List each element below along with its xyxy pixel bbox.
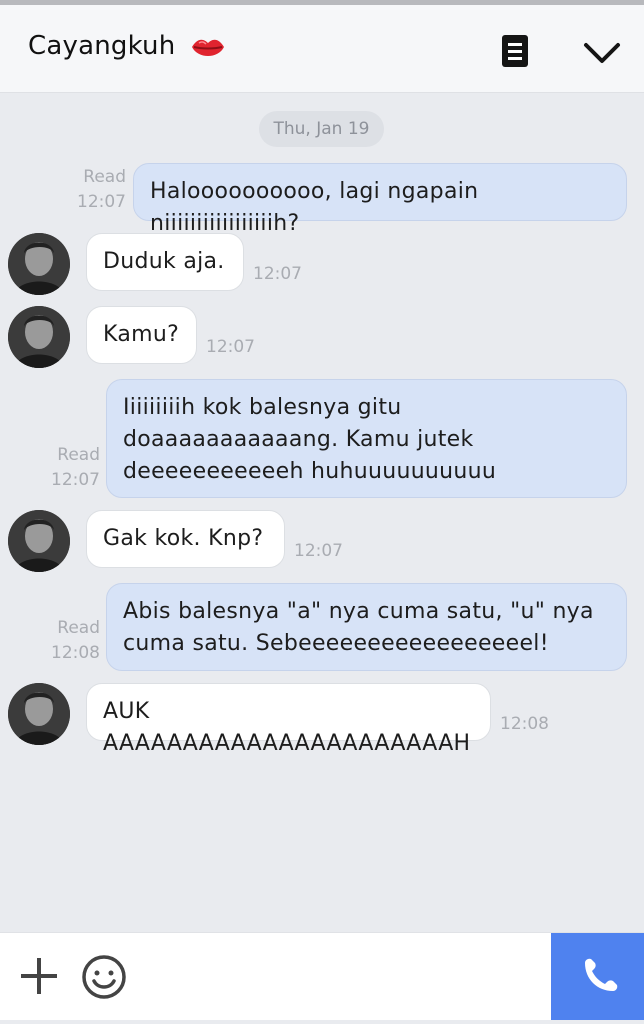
message-bubble-outgoing[interactable]: Abis balesnya "a" nya cuma satu, "u" nya…: [106, 583, 627, 671]
read-receipt: Read 12:07: [77, 167, 126, 212]
avatar-photo: [8, 306, 70, 368]
message-text: Duduk aja.: [103, 249, 225, 274]
message-bubble-outgoing[interactable]: Iiiiiiiiih kok balesnya gitu doaaaaaaaaa…: [106, 379, 627, 498]
menu-list-icon[interactable]: [500, 33, 530, 69]
message-text-line: Abis balesnya "a" nya cuma satu, "u" nya: [123, 599, 594, 624]
message-time: 12:08: [500, 714, 549, 734]
message-bubble-incoming[interactable]: Gak kok. Knp?: [86, 510, 285, 568]
message-time: 12:07: [294, 541, 343, 561]
message-bubble-outgoing[interactable]: Haloooooooooo, lagi ngapain niiiiiiiiiii…: [133, 163, 627, 236]
message-time: 12:07: [253, 264, 302, 284]
message-text: Haloooooooooo, lagi ngapain niiiiiiiiiii…: [150, 179, 479, 236]
chevron-down-icon[interactable]: [582, 39, 622, 67]
message-text-line: Iiiiiiiiih kok balesnya gitu: [123, 395, 402, 420]
message-text: Kamu?: [103, 322, 180, 347]
avatar[interactable]: [8, 306, 70, 368]
input-bar: [0, 932, 644, 1020]
plus-icon[interactable]: [18, 955, 60, 997]
avatar-photo: [8, 233, 70, 295]
message-text: Gak kok. Knp?: [103, 526, 264, 551]
avatar-photo: [8, 683, 70, 745]
read-receipt: Read 12:08: [51, 618, 100, 663]
lips-icon: [192, 39, 224, 56]
message-bubble-incoming[interactable]: Duduk aja.: [86, 233, 244, 291]
message-text-line: doaaaaaaaaaaang. Kamu jutek: [123, 427, 474, 452]
chat-title: Cayangkuh: [28, 31, 176, 61]
avatar[interactable]: [8, 510, 70, 572]
date-separator: Thu, Jan 19: [259, 111, 384, 147]
message-time: 12:07: [206, 337, 255, 357]
smiley-icon[interactable]: [80, 953, 128, 1001]
chat-header: Cayangkuh: [0, 5, 644, 93]
phone-icon: [585, 958, 618, 991]
message-bubble-incoming[interactable]: Kamu?: [86, 306, 197, 364]
message-text: AUK AAAAAAAAAAAAAAAAAAAAAAH: [103, 699, 471, 756]
call-button[interactable]: [551, 933, 644, 1020]
avatar[interactable]: [8, 683, 70, 745]
message-text-line: deeeeeeeeeeeh huhuuuuuuuuuu: [123, 459, 497, 484]
message-bubble-incoming[interactable]: AUK AAAAAAAAAAAAAAAAAAAAAAH: [86, 683, 491, 756]
avatar-photo: [8, 510, 70, 572]
message-text-line: cuma satu. Sebeeeeeeeeeeeeeeeeel!: [123, 631, 549, 656]
read-receipt: Read 12:07: [51, 445, 100, 490]
avatar[interactable]: [8, 233, 70, 295]
